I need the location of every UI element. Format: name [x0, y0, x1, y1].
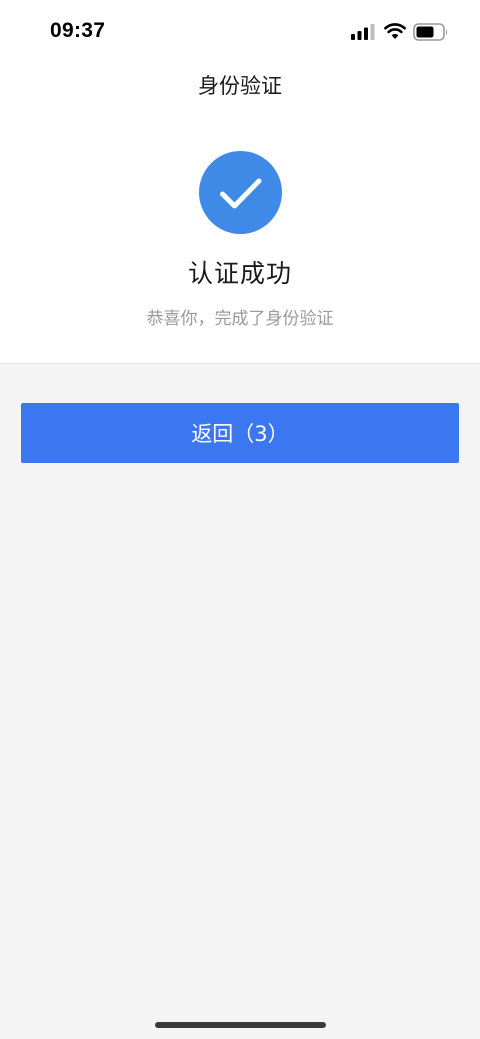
home-indicator[interactable] [155, 1022, 326, 1028]
status-bar: 09:37 [0, 0, 480, 64]
page-title: 身份验证 [198, 74, 282, 98]
cellular-signal-icon [351, 24, 375, 40]
back-button[interactable]: 返回（3） [21, 403, 459, 463]
result-title: 认证成功 [187, 259, 292, 288]
battery-icon [413, 23, 448, 41]
wifi-icon [384, 23, 406, 39]
checkmark-icon [220, 178, 262, 209]
back-button-label: 返回（3） [191, 422, 289, 446]
result-subtitle: 恭喜你，完成了身份验证 [146, 309, 334, 329]
result-panel: 09:37 身份验证 认证成功 恭喜你，完成了身份验证 [0, 0, 480, 364]
success-badge [199, 151, 282, 234]
status-time: 09:37 [50, 19, 106, 42]
